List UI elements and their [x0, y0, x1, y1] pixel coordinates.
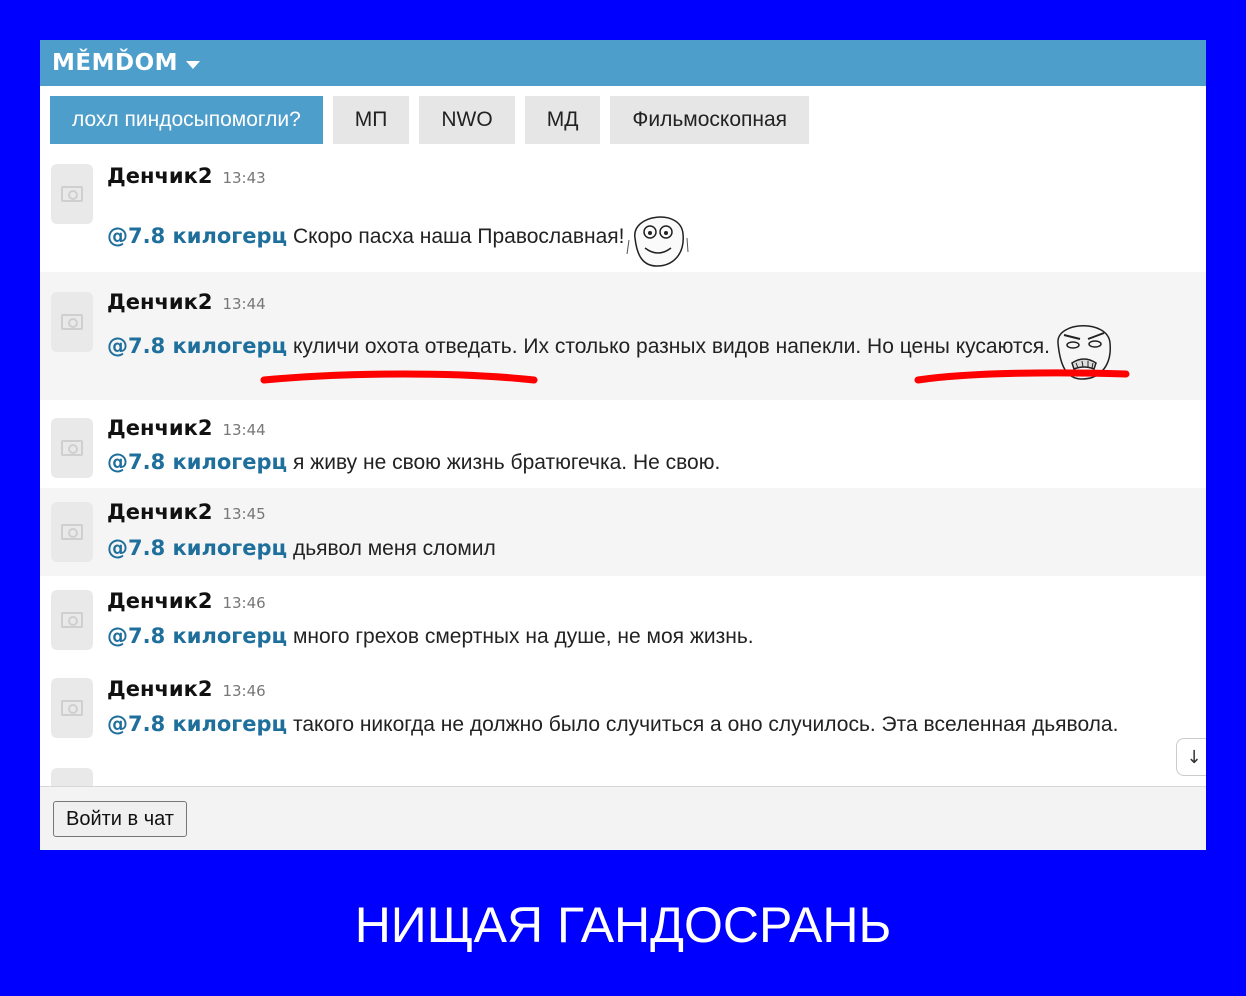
mention-link[interactable]: @7.8 килогерц	[107, 712, 287, 736]
author-name: Денчик2	[107, 500, 213, 524]
chat-window: MĚMĎOM лохл пиндосыпомогли? МП NWO МД Фи…	[40, 40, 1206, 850]
room-tabs: лохл пиндосыпомогли? МП NWO МД Фильмоско…	[40, 86, 1206, 144]
avatar[interactable]	[51, 292, 93, 352]
author-name: Денчик2	[107, 290, 213, 314]
avatar[interactable]	[51, 678, 93, 738]
message-text: @7.8 килогерц много грехов смертных на д…	[107, 624, 754, 649]
chat-message: Денчик2 13:44 @7.8 килогерц я живу не сво…	[40, 400, 1206, 488]
tab-room-1[interactable]: лохл пиндосыпомогли?	[50, 96, 323, 144]
message-time: 13:44	[222, 421, 266, 439]
mention-link[interactable]: @7.8 килогерц	[107, 450, 287, 474]
avatar[interactable]	[51, 590, 93, 650]
avatar[interactable]	[51, 418, 93, 478]
avatar[interactable]	[51, 164, 93, 224]
mention-link[interactable]: @7.8 килогерц	[107, 624, 287, 648]
message-time: 13:44	[222, 295, 266, 313]
message-body: дьявол меня сломил	[292, 537, 496, 560]
camera-icon	[61, 440, 83, 456]
chat-message: Денчик2 13:44 @7.8 килогерц куличи охота …	[40, 272, 1206, 400]
chat-message: Денчик2 13:46 @7.8 килогерц такого никогд…	[40, 664, 1206, 786]
author-name: Денчик2	[107, 589, 213, 613]
message-time: 13:45	[222, 505, 266, 523]
chat-message: Денчик2 13:45 @7.8 килогерц дьявол меня с…	[40, 488, 1206, 576]
message-author[interactable]: Денчик2 13:43	[107, 164, 266, 188]
meme-face-smile-icon	[626, 216, 689, 268]
message-time: 13:46	[222, 594, 266, 612]
message-author[interactable]: Денчик2 13:44	[107, 290, 266, 314]
chat-message: Денчик2 13:43 @7.8 килогерц Скоро пасха н…	[40, 144, 1206, 272]
red-underline-mark	[914, 369, 1130, 384]
message-text: @7.8 килогерц я живу не свою жизнь братю…	[107, 450, 720, 475]
message-author[interactable]: Денчик2 13:46	[107, 589, 266, 613]
chat-message: Денчик2 13:46 @7.8 килогерц много грехов …	[40, 576, 1206, 664]
join-chat-button[interactable]: Войти в чат	[53, 801, 187, 837]
mention-link[interactable]: @7.8 килогерц	[107, 334, 287, 358]
brand-logo: MĚMĎOM	[52, 50, 179, 76]
message-body: много грехов смертных на душе, не моя жи…	[292, 625, 754, 648]
message-author[interactable]: Денчик2 13:44	[107, 416, 266, 440]
chat-footer: Войти в чат	[40, 786, 1206, 850]
camera-icon	[61, 314, 83, 330]
brand-menu[interactable]: MĚMĎOM	[52, 50, 201, 76]
message-list[interactable]: Денчик2 13:43 @7.8 килогерц Скоро пасха н…	[40, 144, 1206, 786]
message-author[interactable]: Денчик2 13:45	[107, 500, 266, 524]
mention-link[interactable]: @7.8 килогерц	[107, 536, 287, 560]
tab-room-3[interactable]: NWO	[419, 96, 515, 144]
caret-down-icon	[186, 60, 201, 69]
camera-icon	[61, 186, 83, 202]
mention-link[interactable]: @7.8 килогерц	[107, 224, 287, 248]
message-body: куличи охота отведать. Их столько разных…	[292, 335, 1050, 358]
tab-room-5[interactable]: Фильмоскопная	[610, 96, 810, 144]
message-time: 13:46	[222, 682, 266, 700]
author-name: Денчик2	[107, 677, 213, 701]
avatar[interactable]	[51, 768, 93, 786]
message-body: такого никогда не должно было случиться …	[292, 713, 1119, 736]
avatar[interactable]	[51, 502, 93, 562]
author-name: Денчик2	[107, 164, 213, 188]
arrow-down-icon: ↓	[1186, 746, 1202, 768]
message-author[interactable]: Денчик2 13:46	[107, 677, 266, 701]
message-text: @7.8 килогерц Скоро пасха наша Православ…	[107, 204, 691, 268]
tab-room-4[interactable]: МД	[524, 96, 601, 144]
message-text: @7.8 килогерц дьявол меня сломил	[107, 536, 496, 561]
tab-room-2[interactable]: МП	[332, 96, 410, 144]
camera-icon	[61, 524, 83, 540]
camera-icon	[61, 700, 83, 716]
message-text: @7.8 килогерц такого никогда не должно б…	[107, 712, 1118, 737]
top-bar: MĚMĎOM	[40, 40, 1206, 86]
message-body: Скоро пасха наша Православная!	[292, 225, 625, 248]
scroll-to-bottom-button[interactable]: ↓	[1176, 738, 1206, 776]
author-name: Денчик2	[107, 416, 213, 440]
message-time: 13:43	[222, 169, 266, 187]
message-body: я живу не свою жизнь братюгечка. Не свою…	[292, 451, 721, 474]
red-underline-mark	[260, 370, 538, 384]
camera-icon	[61, 612, 83, 628]
meme-caption: НИЩАЯ ГАНДОСРАНЬ	[354, 897, 892, 953]
